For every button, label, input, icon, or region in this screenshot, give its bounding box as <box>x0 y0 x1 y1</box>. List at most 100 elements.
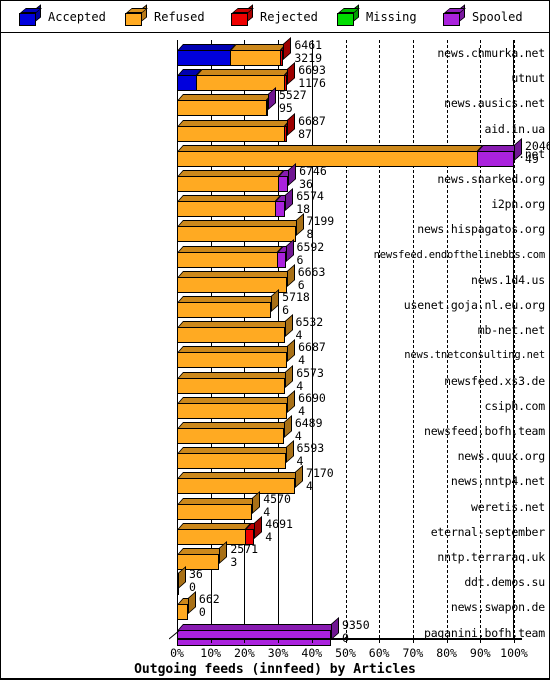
bar-segment-refused <box>196 75 284 92</box>
bar-row: news.snarked.org 6746 36 <box>1 163 549 192</box>
bar-segment-spooled <box>476 150 514 167</box>
stacked-bar <box>177 62 296 92</box>
bar-front <box>177 604 188 621</box>
bar-value-labels: 6592 6 <box>296 239 325 267</box>
stacked-bar <box>177 440 294 470</box>
bar-row: csiph.com 6690 4 <box>1 389 549 419</box>
x-tick <box>379 638 381 643</box>
y-axis-label: news.chmurka.net <box>437 46 545 60</box>
x-axis-line <box>177 638 522 640</box>
bar-value-labels: 2046949 <box>525 139 549 166</box>
bar-row: news.tnetconsulting.net 6687 4 <box>1 339 549 369</box>
bar-value-labels: 6746 36 <box>299 165 327 191</box>
bar-front <box>177 579 179 596</box>
bar-value-labels: 6693 1176 <box>298 64 326 90</box>
bar-segment-refused <box>177 453 286 470</box>
bar-front <box>177 176 289 192</box>
bar-row: usenet.goja.nl.eu.org 5718 6 <box>1 289 549 318</box>
bar-side-rejected <box>287 62 296 86</box>
y-axis-label: eternal-september <box>430 524 546 539</box>
bar-value-labels: 6532 4 <box>296 316 324 342</box>
bar-row: newsfeed.xs3.de 6573 4 <box>1 364 549 394</box>
x-tick <box>311 638 313 643</box>
legend-label: Refused <box>154 10 205 24</box>
y-axis-label: news.hispagatos.org <box>417 222 545 237</box>
bar-segment-refused <box>177 176 279 192</box>
stacked-bar <box>177 37 292 66</box>
stacked-bar <box>177 389 296 419</box>
legend-label: Rejected <box>260 10 318 24</box>
bar-value-labels: 2571 3 <box>230 543 258 569</box>
x-tick <box>480 638 482 643</box>
y-axis-label: news.1d4.us <box>471 272 545 287</box>
y-axis-label: news.quux.org <box>457 449 546 464</box>
bar-front <box>177 226 296 243</box>
bar-row: paganini.bofh.team93500 <box>1 616 549 646</box>
bar-segment-spooled <box>266 100 269 117</box>
bar-segment-refused <box>177 579 179 596</box>
bar-row: news.hispagatos.org 7199 8 <box>1 213 549 243</box>
y-axis-label: paganini.bofh.team <box>423 625 545 640</box>
bar-row: i2pn.org 6574 18 <box>1 188 549 218</box>
x-tick <box>278 638 280 643</box>
bar-segment-refused <box>177 503 253 520</box>
stacked-bar <box>177 213 304 243</box>
bar-side-refused <box>219 541 228 564</box>
bar-value-labels: 6461 3219 <box>294 39 322 65</box>
legend-item-missing: Missing <box>337 3 417 28</box>
y-axis-label: news.swapon.de <box>450 600 545 615</box>
y-axis-label: nntp.terraraq.uk <box>437 550 545 564</box>
legend-label: Spooled <box>472 10 523 24</box>
bar-value-labels: 4570 4 <box>263 492 291 519</box>
bar-value-total: 6592 <box>296 239 325 254</box>
bar-row: newsfeed.endofthelinebbs.com 6592 6 <box>1 238 549 268</box>
bar-side-refused <box>271 289 280 312</box>
cube-icon-refused <box>125 3 148 26</box>
bar-side-rejected <box>283 37 292 60</box>
bar-value-total: 9350 <box>341 617 370 632</box>
bar-value-labels: 7199 8 <box>307 215 335 241</box>
bar-side-refused <box>287 339 296 363</box>
stacked-bar <box>177 263 295 293</box>
legend-item-refused: Refused <box>125 3 205 28</box>
bar-segment-accepted <box>177 75 197 92</box>
bar-side-refused <box>295 213 304 237</box>
bar-front <box>177 327 285 344</box>
chart-page: Accepted Refused Rejected Missing Spooled ne… <box>0 0 550 680</box>
bar-row: news.ausics.net 5527 95 <box>1 87 549 117</box>
stacked-bar <box>177 112 296 142</box>
bar-value-labels: 6687 4 <box>298 341 326 367</box>
bar-value-labels: 5718 6 <box>282 291 310 317</box>
stacked-bar <box>177 188 294 218</box>
stacked-bar <box>177 289 280 318</box>
bar-side-refused <box>187 591 196 615</box>
bar-value-labels: 4691 4 <box>265 516 293 544</box>
y-axis-label: weretis.net <box>471 499 545 514</box>
bar-value-labels: 6690 4 <box>298 391 326 418</box>
y-axis-label: utnut <box>511 71 545 86</box>
bar-segment-refused <box>177 377 286 394</box>
bar-segment-refused <box>177 428 284 444</box>
bar-row: ddt.demos.su 36 0 <box>1 566 549 596</box>
bar-value-secondary: 0 <box>198 605 206 620</box>
bar-value-total: 6663 <box>297 264 326 279</box>
bar-value-total: 6687 <box>298 113 326 128</box>
bar-row: newsfeed.bofh.team 6489 4 <box>1 415 549 444</box>
x-tick <box>514 638 515 643</box>
bar-value-secondary: 49 <box>525 151 539 166</box>
bar-value-total: 4691 <box>265 516 293 531</box>
bar-segment-refused <box>177 251 278 268</box>
bar-front <box>177 503 253 520</box>
legend-item-rejected: Rejected <box>231 3 318 28</box>
bar-front <box>177 428 284 444</box>
stacked-bar <box>177 541 228 570</box>
bar-segment-spooled <box>277 251 286 268</box>
bar-side-refused <box>285 440 294 464</box>
stacked-bar <box>177 490 261 520</box>
bar-front <box>177 377 286 394</box>
bar-value-labels: 5527 95 <box>279 89 307 115</box>
bar-segment-accepted <box>177 50 230 66</box>
stacked-bar <box>177 566 186 596</box>
bar-row: nntp.terraraq.uk 2571 3 <box>1 541 549 570</box>
bar-side-spooled <box>330 616 339 640</box>
